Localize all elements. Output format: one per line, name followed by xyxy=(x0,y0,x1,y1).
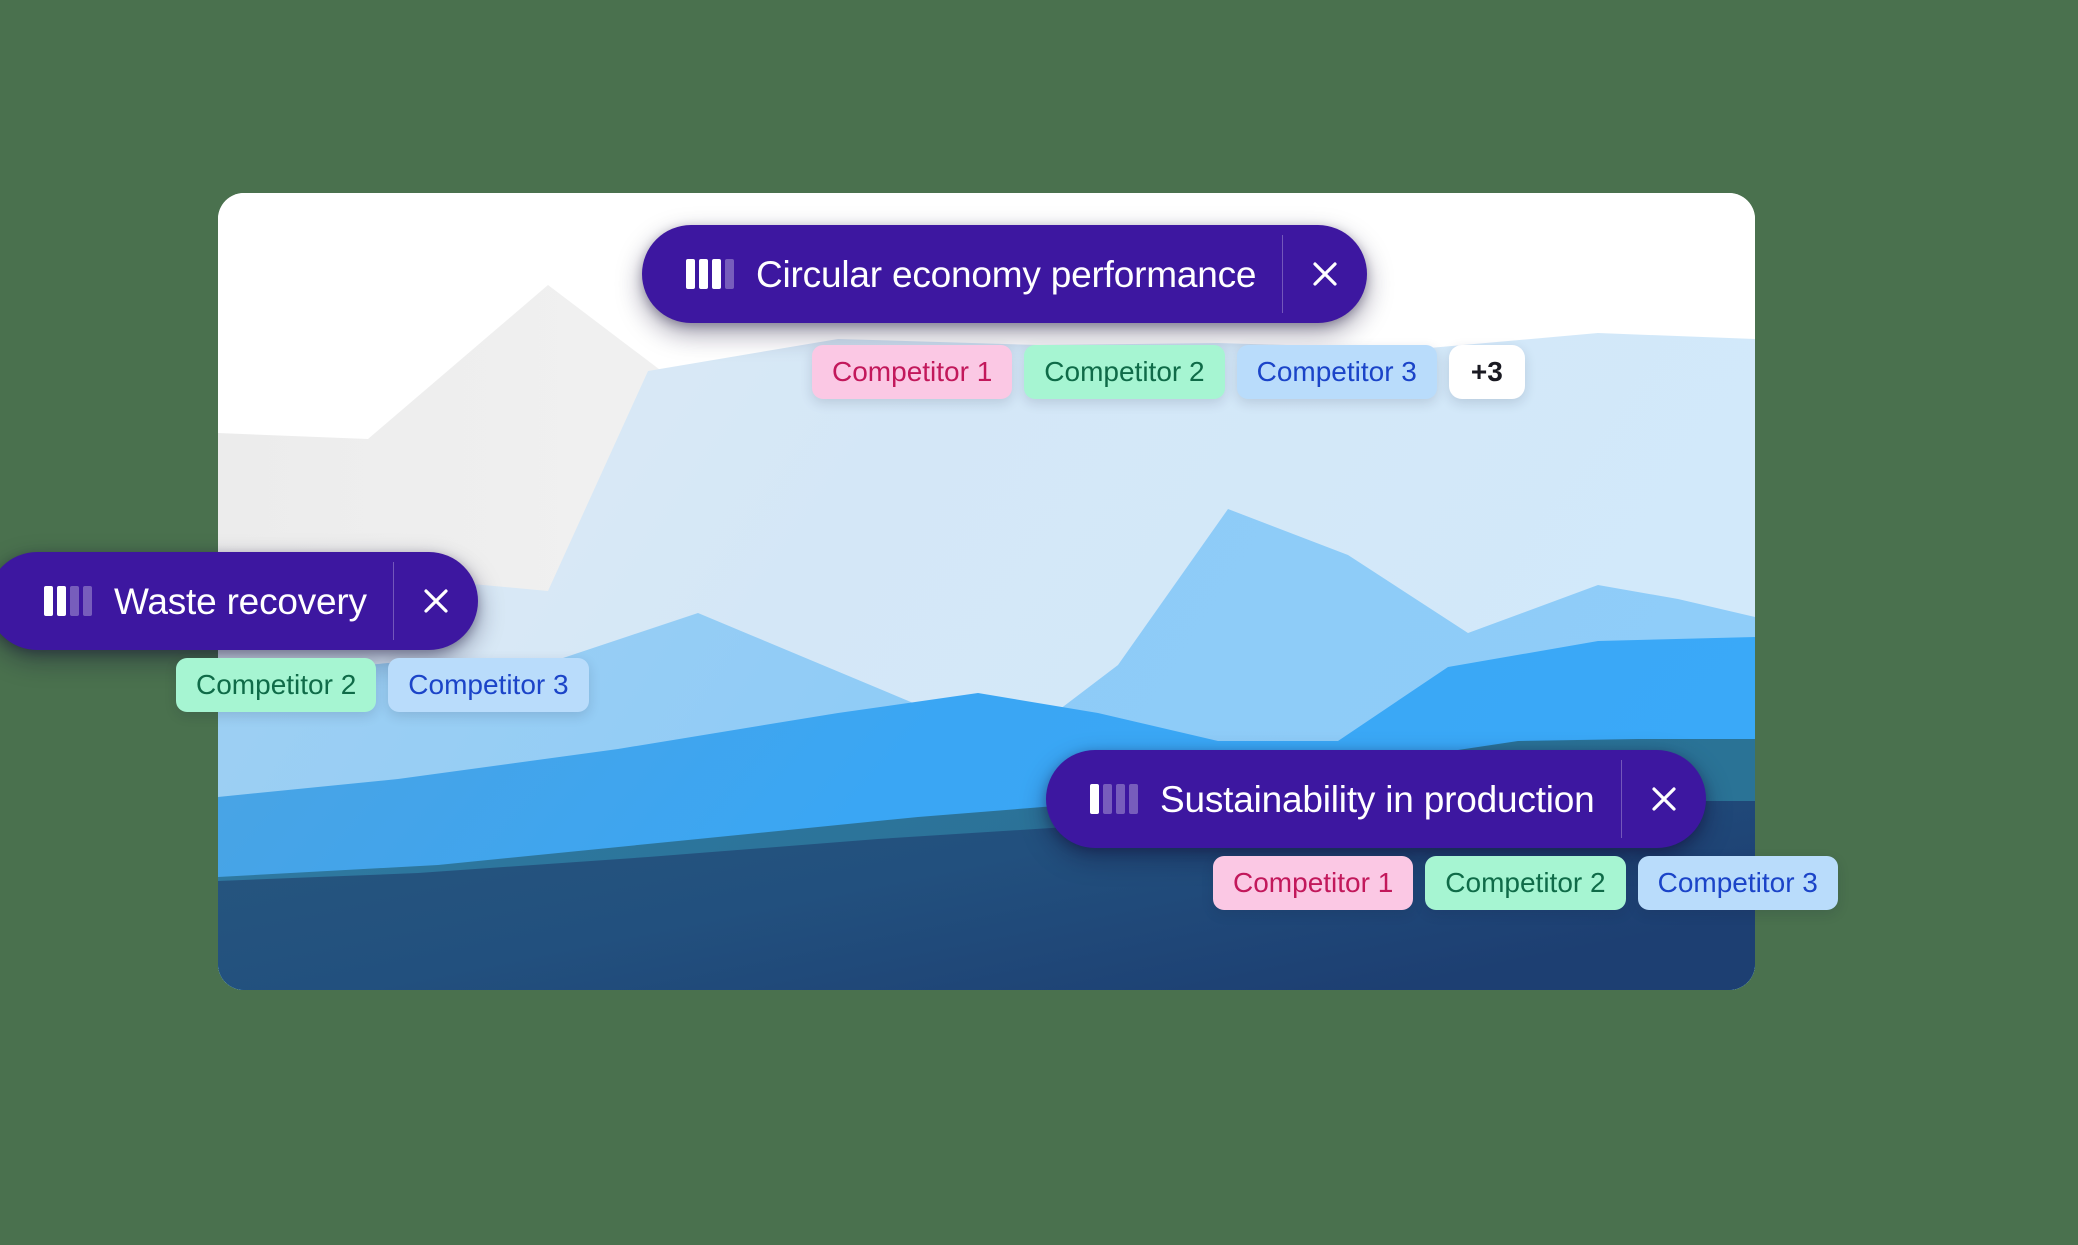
topic-pill-sustainability-in-production[interactable]: Sustainability in production xyxy=(1046,750,1706,848)
topic-title: Circular economy performance xyxy=(756,253,1257,295)
competitor-chip[interactable]: Competitor 2 xyxy=(1024,345,1225,399)
bar-meter-icon xyxy=(686,259,734,289)
competitor-chip[interactable]: Competitor 3 xyxy=(388,658,589,712)
competitor-chip[interactable]: Competitor 1 xyxy=(812,345,1013,399)
competitor-chip[interactable]: Competitor 3 xyxy=(1637,856,1838,910)
competitor-chip-row-sustainability-in-production: Competitor 1 Competitor 2 Competitor 3 xyxy=(1213,856,1838,910)
topic-pill-circular-economy-performance[interactable]: Circular economy performance xyxy=(642,225,1368,323)
bar-meter-icon xyxy=(44,586,92,616)
competitor-chip[interactable]: Competitor 1 xyxy=(1213,856,1414,910)
topic-pill-body[interactable]: Circular economy performance xyxy=(642,225,1282,323)
topic-pill-body[interactable]: Sustainability in production xyxy=(1046,750,1621,848)
competitor-chip[interactable]: Competitor 3 xyxy=(1236,345,1437,399)
competitor-chip[interactable]: Competitor 2 xyxy=(176,658,377,712)
competitor-chip[interactable]: Competitor 2 xyxy=(1425,856,1626,910)
topic-title: Waste recovery xyxy=(114,580,367,622)
competitor-chip-row-circular-economy-performance: Competitor 1 Competitor 2 Competitor 3 +… xyxy=(812,345,1525,399)
more-competitors-chip[interactable]: +3 xyxy=(1448,345,1525,399)
topic-title: Sustainability in production xyxy=(1160,778,1595,820)
bar-meter-icon xyxy=(1090,784,1138,814)
topic-pill-body[interactable]: Waste recovery xyxy=(0,552,393,650)
screenshot-stage: Circular economy performance Competitor … xyxy=(0,0,2078,1245)
competitor-chip-row-waste-recovery: Competitor 2 Competitor 3 xyxy=(176,658,589,712)
topic-pill-waste-recovery[interactable]: Waste recovery xyxy=(0,552,478,650)
